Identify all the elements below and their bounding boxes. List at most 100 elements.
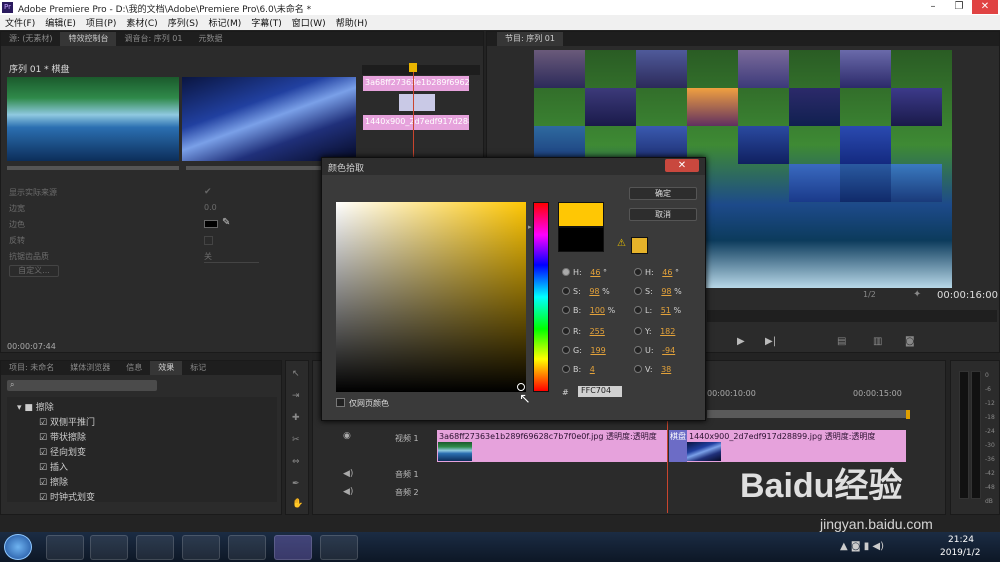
border-color-swatch[interactable] <box>204 220 218 228</box>
radio[interactable] <box>562 327 570 335</box>
tab-info[interactable]: 信息 <box>118 361 150 375</box>
ripple-edit-icon[interactable]: ✚ <box>292 413 300 423</box>
radio[interactable] <box>634 365 642 373</box>
work-area-bar[interactable] <box>707 410 907 418</box>
tab-media-browser[interactable]: 媒体浏览器 <box>62 361 118 375</box>
program-scrubber[interactable] <box>707 310 997 322</box>
tab-effects[interactable]: 效果 <box>150 361 183 375</box>
field-value[interactable]: 51 <box>661 306 671 315</box>
wrench-icon[interactable]: ✦ <box>913 289 921 300</box>
radio[interactable] <box>634 346 642 354</box>
field-value[interactable]: 100 <box>590 306 605 315</box>
field-value[interactable]: -94 <box>662 346 675 355</box>
start-button[interactable] <box>4 534 32 560</box>
mini-transition[interactable] <box>399 94 435 111</box>
pen-tool-icon[interactable]: ✒ <box>292 479 300 489</box>
radio[interactable] <box>634 306 642 314</box>
razor-tool-icon[interactable]: ✂ <box>292 435 300 445</box>
track-video-1[interactable]: 视频 1 <box>395 433 419 444</box>
field-value[interactable]: 46 <box>662 268 672 277</box>
taskbar-firefox-icon[interactable] <box>182 535 220 560</box>
cancel-button[interactable]: 取消 <box>629 208 697 221</box>
timeline-transition[interactable]: 棋盘 <box>669 430 687 462</box>
selection-tool-icon[interactable]: ↖ <box>292 369 300 379</box>
field-s-hsb[interactable]: S: 98 % <box>562 287 610 296</box>
clip-b-effect[interactable]: 透明度:透明度 <box>825 432 876 441</box>
play-icon[interactable]: ▶ <box>737 336 745 347</box>
tab-audio-mixer[interactable]: 调音台: 序列 01 <box>116 32 190 46</box>
field-r[interactable]: R: 255 <box>562 327 605 336</box>
maximize-button[interactable]: ❐ <box>946 0 972 14</box>
close-window-button[interactable]: ✕ <box>972 0 998 14</box>
menu-project[interactable]: 项目(P) <box>81 15 121 29</box>
menu-marker[interactable]: 标记(M) <box>203 15 246 29</box>
field-value[interactable]: 4 <box>590 365 595 374</box>
tab-markers[interactable]: 标记 <box>182 361 214 375</box>
tab-effect-controls[interactable]: 特效控制台 <box>60 32 117 46</box>
dialog-close-button[interactable]: ✕ <box>665 159 699 172</box>
eyedropper-icon[interactable]: ✎ <box>222 217 230 228</box>
field-l-hsl[interactable]: L: 51 % <box>634 306 681 315</box>
mini-clip-a[interactable]: 3a68ff27363e1b289f69628c <box>363 76 469 91</box>
mini-clip-b[interactable]: 1440x900_2d7edf917d28899 <box>363 115 469 130</box>
radio[interactable] <box>562 365 570 373</box>
ok-button[interactable]: 确定 <box>629 187 697 200</box>
radio[interactable] <box>562 306 570 314</box>
tab-program[interactable]: 节目: 序列 01 <box>497 32 563 46</box>
checkbox-reverse[interactable] <box>204 236 213 245</box>
menu-edit[interactable]: 编辑(E) <box>40 15 81 29</box>
field-value[interactable]: 46 <box>590 268 600 277</box>
preview-slider-a[interactable] <box>7 166 179 170</box>
field-h-hsb[interactable]: H: 46 ° <box>562 268 607 277</box>
effect-item[interactable]: ☑ 时钟式划变 <box>39 490 95 503</box>
effect-item[interactable]: ☑ 径向划变 <box>39 445 86 458</box>
menu-sequence[interactable]: 序列(S) <box>163 15 204 29</box>
timeline-clip-a[interactable]: 3a68ff27363e1b289f69628c7b7f0e0f.jpg 透明度… <box>437 430 667 462</box>
clip-a-effect[interactable]: 透明度:透明度 <box>606 432 657 441</box>
effect-item[interactable]: ☑ 插入 <box>39 460 68 473</box>
mini-ruler[interactable] <box>362 65 480 75</box>
tab-source[interactable]: 源: (无素材) <box>1 32 60 46</box>
playhead-icon[interactable] <box>409 63 417 72</box>
taskbar-qq-icon[interactable] <box>136 535 174 560</box>
menu-title[interactable]: 字幕(T) <box>246 15 287 29</box>
field-value[interactable]: 255 <box>590 327 605 336</box>
menu-window[interactable]: 窗口(W) <box>287 15 331 29</box>
saturation-brightness-field[interactable] <box>336 202 526 392</box>
field-g[interactable]: G: 199 <box>562 346 606 355</box>
field-v[interactable]: V: 38 <box>634 365 671 374</box>
gamut-color-swatch[interactable] <box>631 237 648 254</box>
speaker-icon[interactable]: ◀) <box>343 487 353 497</box>
effect-item[interactable]: ☑ 带状擦除 <box>39 430 86 443</box>
radio[interactable] <box>634 287 642 295</box>
effect-item[interactable]: ☑ 双侧平推门 <box>39 415 95 428</box>
web-colors-checkbox[interactable] <box>336 398 345 407</box>
hue-slider[interactable] <box>533 202 549 392</box>
radio[interactable] <box>562 346 570 354</box>
field-h-hsl[interactable]: H: 46 ° <box>634 268 679 277</box>
color-target-marker[interactable] <box>517 383 525 391</box>
step-forward-icon[interactable]: ▶| <box>765 336 776 347</box>
folder-wipe[interactable]: ▾ ■ 擦除 <box>17 400 54 413</box>
field-value[interactable]: 199 <box>590 346 605 355</box>
hex-input[interactable]: FFC704 <box>578 386 622 397</box>
radio[interactable] <box>562 287 570 295</box>
field-b-hsb[interactable]: B: 100 % <box>562 306 615 315</box>
hue-slider-arrow-icon[interactable]: ▸ <box>528 223 532 231</box>
menu-help[interactable]: 帮助(H) <box>331 15 373 29</box>
work-area-end-handle[interactable] <box>906 410 910 419</box>
taskbar-explorer-icon[interactable] <box>90 535 128 560</box>
field-value[interactable]: 98 <box>589 287 599 296</box>
field-s-hsl[interactable]: S: 98 % <box>634 287 682 296</box>
tab-metadata[interactable]: 元数据 <box>190 32 230 46</box>
taskbar-premiere-icon[interactable] <box>274 535 312 560</box>
tab-project[interactable]: 项目: 未命名 <box>1 361 62 375</box>
checkbox-show-actual[interactable]: ✔ <box>204 187 213 197</box>
antialias-dropdown[interactable]: 关 <box>204 251 259 263</box>
field-value[interactable]: 182 <box>660 327 675 336</box>
field-b-rgb[interactable]: B: 4 <box>562 365 595 374</box>
taskbar-record-icon[interactable] <box>320 535 358 560</box>
camera-icon[interactable]: ◙ <box>905 336 915 347</box>
menu-file[interactable]: 文件(F) <box>0 15 40 29</box>
zoom-dropdown[interactable]: 1/2 <box>863 290 876 299</box>
